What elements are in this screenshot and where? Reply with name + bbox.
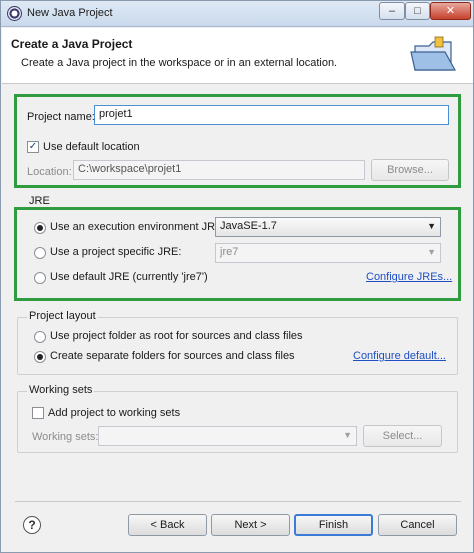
wizard-description: Create a Java project in the workspace o… bbox=[21, 57, 338, 69]
new-java-project-dialog: New Java Project – □ ✕ Create a Java Pro… bbox=[0, 0, 474, 553]
default-jre-label: Use default JRE (currently 'jre7') bbox=[50, 271, 208, 283]
dropdown-arrow-icon: ▼ bbox=[343, 430, 352, 440]
title-bar[interactable]: New Java Project – □ ✕ bbox=[1, 1, 473, 27]
add-to-working-sets-label: Add project to working sets bbox=[48, 407, 181, 419]
add-to-working-sets-checkbox[interactable] bbox=[32, 407, 44, 419]
use-default-location-checkbox[interactable]: ✓ bbox=[27, 141, 39, 153]
jre-group-title: JRE bbox=[29, 195, 50, 207]
window-title: New Java Project bbox=[27, 7, 113, 19]
cancel-button[interactable]: Cancel bbox=[378, 514, 457, 536]
footer-separator bbox=[15, 501, 461, 502]
location-input[interactable]: C:\workspace\projet1 bbox=[73, 160, 365, 180]
project-specific-jre-radio[interactable] bbox=[34, 247, 46, 259]
execution-environment-radio[interactable] bbox=[34, 222, 46, 234]
project-name-input[interactable]: projet1 bbox=[94, 105, 449, 125]
default-jre-radio[interactable] bbox=[34, 272, 46, 284]
finish-button[interactable]: Finish bbox=[294, 514, 373, 536]
back-button[interactable]: < Back bbox=[128, 514, 207, 536]
minimize-button[interactable]: – bbox=[379, 2, 405, 20]
project-specific-jre-select[interactable]: jre7 ▼ bbox=[215, 243, 441, 263]
project-specific-jre-value: jre7 bbox=[220, 246, 239, 258]
separate-folders-radio[interactable] bbox=[34, 351, 46, 363]
execution-environment-value: JavaSE-1.7 bbox=[220, 220, 277, 232]
project-specific-jre-label: Use a project specific JRE: bbox=[50, 246, 182, 258]
project-layout-group-title: Project layout bbox=[27, 310, 98, 322]
execution-environment-label: Use an execution environment JRE: bbox=[50, 221, 226, 233]
location-label: Location: bbox=[27, 166, 72, 178]
separate-folders-label: Create separate folders for sources and … bbox=[50, 350, 295, 362]
working-sets-select[interactable]: ▼ bbox=[98, 426, 357, 446]
wizard-title: Create a Java Project bbox=[11, 37, 133, 51]
working-sets-group-title: Working sets bbox=[27, 384, 95, 396]
eclipse-icon bbox=[7, 6, 22, 21]
use-default-location-label: Use default location bbox=[43, 141, 140, 153]
configure-jres-link[interactable]: Configure JREs... bbox=[366, 271, 452, 283]
project-name-label: Project name: bbox=[27, 111, 95, 123]
select-working-sets-button[interactable]: Select... bbox=[363, 425, 442, 447]
folder-banner-icon bbox=[410, 36, 457, 71]
configure-default-link[interactable]: Configure default... bbox=[353, 350, 446, 362]
working-sets-label: Working sets: bbox=[32, 431, 99, 443]
close-button[interactable]: ✕ bbox=[430, 2, 471, 20]
dropdown-arrow-icon: ▼ bbox=[427, 221, 436, 231]
next-button[interactable]: Next > bbox=[211, 514, 290, 536]
project-layout-group bbox=[17, 317, 458, 375]
project-folder-root-radio[interactable] bbox=[34, 331, 46, 343]
wizard-header: Create a Java Project Create a Java proj… bbox=[2, 28, 473, 84]
help-icon[interactable]: ? bbox=[23, 516, 41, 534]
project-folder-root-label: Use project folder as root for sources a… bbox=[50, 330, 303, 342]
browse-button[interactable]: Browse... bbox=[371, 159, 449, 181]
maximize-button[interactable]: □ bbox=[405, 2, 430, 20]
dropdown-arrow-icon: ▼ bbox=[427, 247, 436, 257]
execution-environment-select[interactable]: JavaSE-1.7 ▼ bbox=[215, 217, 441, 237]
